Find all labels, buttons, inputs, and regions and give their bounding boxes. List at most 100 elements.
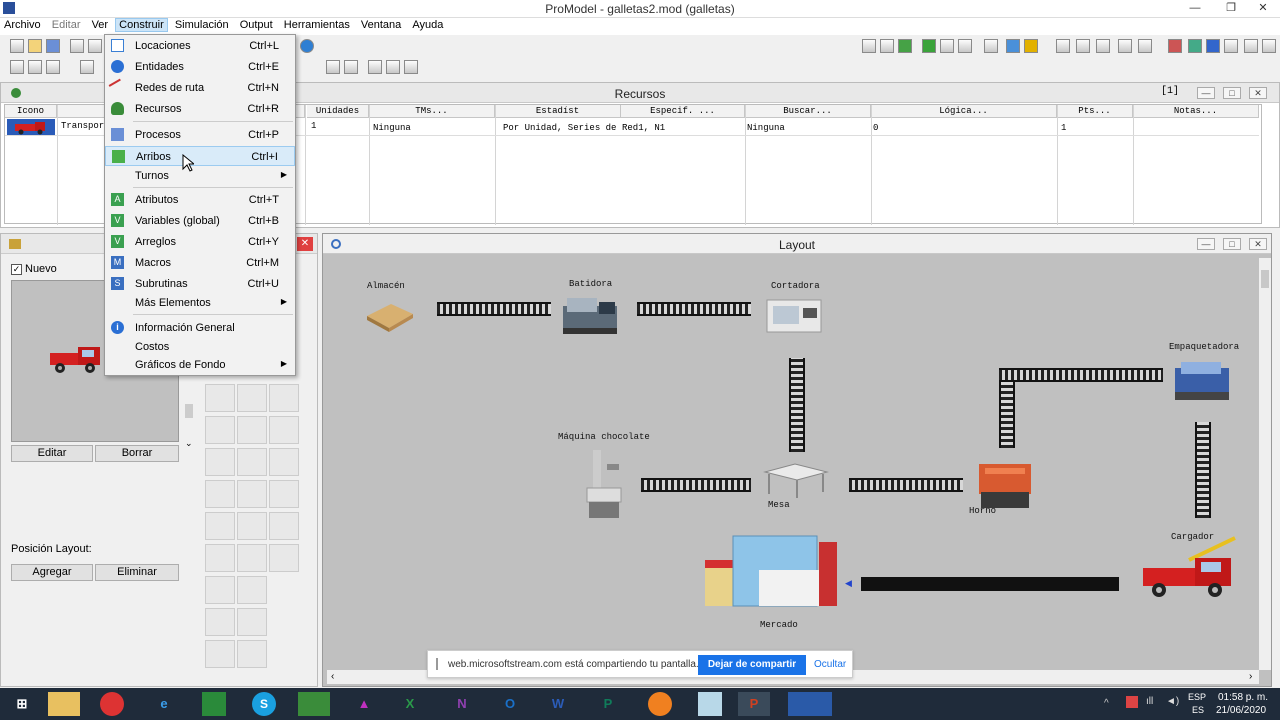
- chart-icon[interactable]: [1118, 39, 1132, 53]
- publisher-icon[interactable]: P: [592, 692, 624, 716]
- recursos-maximize-button[interactable]: □: [1223, 87, 1241, 99]
- library-item[interactable]: [269, 448, 299, 476]
- editar-button[interactable]: Editar: [11, 445, 93, 462]
- agregar-button[interactable]: Agregar: [11, 564, 93, 581]
- layout-minimize-button[interactable]: —: [1197, 238, 1215, 250]
- locations-icon[interactable]: [70, 39, 84, 53]
- library-item[interactable]: [205, 640, 235, 668]
- mercado-building-icon[interactable]: [703, 530, 843, 612]
- menu-herramientas[interactable]: Herramientas: [280, 18, 354, 32]
- library-item[interactable]: [269, 384, 299, 412]
- batidora-machine-icon[interactable]: [559, 292, 621, 336]
- grid-snap-icon[interactable]: [344, 60, 358, 74]
- recursos-minimize-button[interactable]: —: [1197, 87, 1215, 99]
- library-item[interactable]: [205, 512, 235, 540]
- tray-chevron-icon[interactable]: ^: [1104, 698, 1109, 709]
- tools5-icon[interactable]: [1262, 39, 1276, 53]
- mesa-table-icon[interactable]: [761, 460, 831, 500]
- filter3-icon[interactable]: [1096, 39, 1110, 53]
- layout-icon[interactable]: [46, 60, 60, 74]
- conveyor-empaquetadora-cargador[interactable]: [1195, 422, 1211, 518]
- menu-item-redes-de-ruta[interactable]: Redes de ruta Ctrl+N: [105, 78, 295, 98]
- menu-item-variables[interactable]: V Variables (global) Ctrl+B: [105, 211, 295, 231]
- header-logica[interactable]: Lógica...: [871, 105, 1057, 118]
- library-item[interactable]: [269, 416, 299, 444]
- header-especif[interactable]: Especif. ...: [621, 105, 745, 118]
- minimize-button[interactable]: —: [1184, 1, 1206, 16]
- truck-icon[interactable]: [7, 119, 55, 135]
- menu-item-turnos[interactable]: Turnos ▶: [105, 166, 295, 186]
- cell-nombre[interactable]: Transpor: [61, 121, 107, 131]
- cell-logica[interactable]: 0: [873, 123, 878, 133]
- tools4-icon[interactable]: [1244, 39, 1258, 53]
- menu-ayuda[interactable]: Ayuda: [408, 18, 447, 32]
- vertical-scrollbar[interactable]: [1259, 258, 1271, 670]
- maquina-chocolate-icon[interactable]: [581, 444, 627, 522]
- menu-output[interactable]: Output: [236, 18, 277, 32]
- network-icon[interactable]: ıll: [1146, 696, 1153, 707]
- triangle-icon[interactable]: [1206, 39, 1220, 53]
- library-item[interactable]: [237, 576, 267, 604]
- conveyor-chocolate-mesa[interactable]: [641, 478, 751, 492]
- chrome-icon[interactable]: [100, 692, 124, 716]
- library-item[interactable]: [237, 544, 267, 572]
- chart2-icon[interactable]: [1138, 39, 1152, 53]
- close-button[interactable]: ✕: [1252, 1, 1274, 16]
- language-indicator[interactable]: ESP: [1188, 692, 1206, 702]
- firefox-icon[interactable]: [648, 692, 672, 716]
- path-cargador-mercado[interactable]: [861, 577, 1119, 591]
- lightning-icon[interactable]: [1024, 39, 1038, 53]
- library-item[interactable]: [237, 608, 267, 636]
- header-notas[interactable]: Notas...: [1133, 105, 1259, 118]
- library-item[interactable]: [237, 480, 267, 508]
- pause-icon[interactable]: [940, 39, 954, 53]
- menu-archivo[interactable]: Archivo: [0, 18, 45, 32]
- cell-especif[interactable]: Red1, N1: [622, 123, 665, 133]
- open-folder-icon[interactable]: [28, 39, 42, 53]
- menu-item-entidades[interactable]: Entidades Ctrl+E: [105, 57, 295, 77]
- excel-green-icon[interactable]: [202, 692, 226, 716]
- windows-start-icon[interactable]: ⊞: [6, 692, 38, 716]
- powerpoint-icon[interactable]: P: [738, 692, 770, 716]
- tools-icon[interactable]: [1168, 39, 1182, 53]
- header-icono[interactable]: Icono: [5, 105, 57, 118]
- clock-time[interactable]: 01:58 p. m.: [1218, 692, 1268, 703]
- promodel-icon[interactable]: [298, 692, 330, 716]
- table-icon[interactable]: [10, 60, 24, 74]
- run-model-icon[interactable]: [898, 39, 912, 53]
- scroll-left-icon[interactable]: ‹: [331, 671, 334, 682]
- menu-item-informacion-general[interactable]: i Información General: [105, 318, 295, 338]
- volume-icon[interactable]: ◄): [1166, 696, 1179, 707]
- arrows-icon[interactable]: [80, 60, 94, 74]
- filter-icon[interactable]: [1056, 39, 1070, 53]
- edge-icon[interactable]: e: [148, 692, 180, 716]
- cell-unidades[interactable]: 1: [311, 121, 316, 131]
- tray-app-icon[interactable]: [1126, 696, 1138, 708]
- menu-item-atributos[interactable]: A Atributos Ctrl+T: [105, 190, 295, 210]
- library-scroll-thumb[interactable]: [185, 404, 193, 418]
- library-item[interactable]: [269, 480, 299, 508]
- cell-tms[interactable]: Ninguna: [373, 123, 411, 133]
- conveyor-to-empaquetadora[interactable]: [999, 368, 1163, 382]
- menu-item-recursos[interactable]: Recursos Ctrl+R: [105, 99, 295, 119]
- scroll-thumb[interactable]: [1261, 270, 1269, 288]
- menu-ver[interactable]: Ver: [88, 18, 113, 32]
- hide-button[interactable]: Ocultar: [814, 659, 846, 670]
- horno-oven-icon[interactable]: [971, 456, 1039, 512]
- menu-editar[interactable]: Editar: [48, 18, 85, 32]
- new-file-icon[interactable]: [10, 39, 24, 53]
- drag-handle-icon[interactable]: [436, 658, 438, 670]
- entities-icon[interactable]: [88, 39, 102, 53]
- skype-icon[interactable]: S: [252, 692, 276, 716]
- library-item[interactable]: [205, 384, 235, 412]
- stop-sharing-button[interactable]: Dejar de compartir: [698, 655, 806, 675]
- play-icon[interactable]: [922, 39, 936, 53]
- library-item[interactable]: [237, 448, 267, 476]
- filter2-icon[interactable]: [1076, 39, 1090, 53]
- conveyor-batidora-cortadora[interactable]: [637, 302, 751, 316]
- almacen-pallet-icon[interactable]: [363, 296, 415, 332]
- edit-table-icon[interactable]: [28, 60, 42, 74]
- scroll-right-icon[interactable]: ›: [1249, 671, 1252, 682]
- layout-maximize-button[interactable]: □: [1223, 238, 1241, 250]
- header-buscar[interactable]: Buscar...: [745, 105, 871, 118]
